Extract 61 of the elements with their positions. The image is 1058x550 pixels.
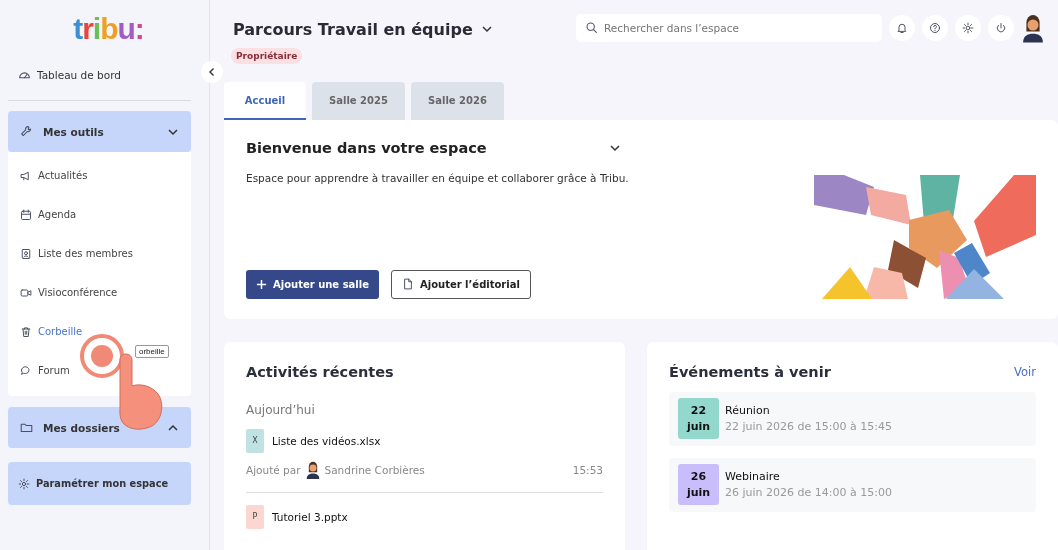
settings-icon [18, 477, 30, 490]
settings-button[interactable]: Paramétrer mon espace [8, 462, 191, 505]
document-icon [402, 278, 414, 291]
event-time: 22 juin 2026 de 15:00 à 15:45 [725, 420, 892, 434]
dashboard-link[interactable]: Tableau de bord [18, 68, 191, 81]
power-icon [995, 22, 1007, 35]
chat-bubble-icon [20, 364, 32, 377]
collapse-button[interactable] [201, 61, 223, 83]
event-item[interactable]: 22 juin Réunion 22 juin 2026 de 15:00 à 15:45 [669, 391, 1036, 446]
sidebar-item[interactable]: Agenda [8, 195, 191, 234]
group-header[interactable]: Mes outils [8, 111, 191, 152]
contact-card-icon [20, 247, 32, 260]
calendar-icon [20, 208, 32, 221]
avatar-icon [305, 460, 320, 479]
author-name: Sandrine Corbières [324, 463, 425, 476]
add-editorial-button[interactable]: Ajouter l’éditorial [391, 269, 531, 299]
notifications-button[interactable] [889, 15, 915, 42]
help-icon [929, 22, 941, 35]
event-title: Webinaire [725, 470, 781, 484]
event-item[interactable]: 26 juin Webinaire 26 juin 2026 de 14:00 à 15:00 [669, 457, 1036, 512]
help-button[interactable] [922, 15, 948, 42]
event-title: Réunion [725, 404, 771, 418]
tab[interactable]: Accueil [224, 81, 306, 120]
date-badge: 26 juin [678, 464, 719, 506]
card-title: Activités récentes [246, 363, 395, 380]
megaphone-icon [20, 169, 32, 182]
trash-icon [20, 325, 32, 338]
time-label: 15:53 [572, 463, 603, 476]
file-type-badge: X [246, 428, 264, 453]
file-name[interactable]: Liste des vidéos.xlsx [272, 434, 381, 447]
folder-icon [20, 421, 33, 434]
sun-icon [962, 22, 974, 35]
card-title: Événements à venir [669, 363, 831, 380]
avatar-icon [1022, 14, 1044, 43]
see-all-link[interactable]: Voir [1014, 364, 1036, 379]
sidebar-item[interactable]: Actualités [8, 156, 191, 195]
plus-icon [256, 278, 267, 290]
added-by-label: Ajouté par [246, 463, 301, 476]
event-time: 26 juin 2026 de 14:00 à 15:00 [725, 486, 892, 500]
wrench-icon [20, 125, 33, 138]
tooltip: orbeille [135, 345, 169, 358]
logout-button[interactable] [988, 15, 1014, 42]
welcome-description: Espace pour apprendre à travailler en équipe et collaborer grâce à Tribu. [246, 171, 630, 184]
tab[interactable]: Salle 2026 [411, 81, 504, 120]
theme-button[interactable] [955, 15, 981, 42]
sidebar-item[interactable]: Visioconférence [8, 273, 191, 312]
file-name[interactable]: Tutoriel 3.pptx [272, 510, 348, 523]
tab[interactable]: Salle 2025 [312, 81, 405, 120]
bell-icon [896, 22, 908, 35]
add-room-button[interactable]: Ajouter une salle [246, 269, 379, 299]
space-title[interactable]: Parcours Travail en équipe [233, 19, 493, 39]
file-type-badge: P [246, 504, 264, 529]
day-label: Aujourd’hui [246, 402, 316, 417]
video-camera-icon [20, 286, 32, 299]
logo: tribu: [73, 12, 144, 46]
welcome-title: Bienvenue dans votre espace [246, 139, 487, 156]
date-badge: 22 juin [678, 398, 719, 440]
search-field[interactable]: Rechercher dans l’espace [576, 14, 882, 43]
role-badge: Propriétaire [231, 47, 303, 64]
sidebar-item[interactable]: Liste des membres [8, 234, 191, 273]
chevron-icon [207, 67, 217, 77]
